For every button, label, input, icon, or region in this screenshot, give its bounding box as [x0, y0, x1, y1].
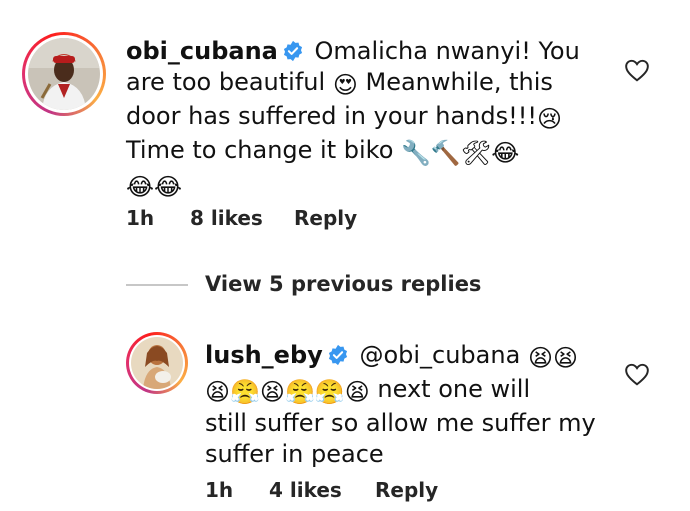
comment-line-5: 😂😂: [126, 169, 606, 203]
avatar-image: [131, 337, 183, 389]
view-previous-replies-button[interactable]: View 5 previous replies: [205, 272, 481, 296]
reply-text-2: next one will: [377, 375, 531, 403]
avatar-obi-cubana[interactable]: [22, 32, 106, 116]
sobbing-emoji-2: 😫: [552, 344, 578, 372]
comment-text-2: are too beautiful: [126, 68, 326, 96]
comment-reply-button[interactable]: Reply: [294, 206, 357, 230]
reply-username[interactable]: lush_eby: [205, 341, 323, 369]
steam-emoji-1: 😤: [230, 378, 260, 406]
comment-line-3: door has suffered in your hands!!!😢: [126, 101, 606, 135]
comment-body: obi_cubana Omalicha nwanyi! You are too …: [126, 36, 606, 203]
sobbing-emoji-1: 😫: [527, 344, 553, 372]
reply-line-4: suffer in peace: [205, 439, 615, 470]
laughing-emoji-3: 😂: [154, 173, 183, 201]
like-heart-icon[interactable]: [624, 362, 650, 386]
laughing-emoji-2: 😂: [126, 173, 155, 201]
reply-meta: 1h 4 likes Reply: [205, 478, 505, 506]
tools-emoji-2: 🛠: [460, 139, 492, 167]
avatar-image: [28, 38, 100, 110]
heart-eyes-emoji: 😍: [332, 71, 358, 99]
reply-line-3: still suffer so allow me suffer my: [205, 408, 615, 439]
sobbing-emoji-4: 😫: [259, 378, 285, 406]
comment-time: 1h: [126, 206, 155, 230]
comment-line-2: are too beautiful 😍 Meanwhile, this: [126, 67, 606, 101]
comment-line-1: obi_cubana Omalicha nwanyi! You: [126, 36, 606, 67]
reply-mention-link[interactable]: @obi_cubana: [359, 341, 520, 369]
avatar-photo: [28, 38, 100, 110]
verified-badge-icon: [328, 344, 347, 366]
view-replies-divider: [126, 284, 188, 286]
reply-text-4: suffer in peace: [205, 440, 384, 468]
reply-line-2: 😫😤😫😤😤😫 next one will: [205, 374, 615, 408]
comment-username[interactable]: obi_cubana: [126, 37, 278, 65]
comment-text-4: Time to change it biko: [126, 136, 394, 164]
steam-emoji-3: 😤: [314, 378, 345, 406]
reply-time: 1h: [205, 478, 234, 502]
like-heart-icon[interactable]: [624, 58, 650, 82]
comment-text-1: Omalicha nwanyi! You: [314, 37, 580, 65]
reply-reply-button[interactable]: Reply: [375, 478, 438, 502]
comment-meta: 1h 8 likes Reply: [126, 206, 426, 234]
reply-likes[interactable]: 4 likes: [269, 478, 342, 502]
comment-text-3: door has suffered in your hands!!!: [126, 102, 537, 130]
crying-emoji: 😢: [536, 105, 562, 133]
verified-badge-icon: [283, 40, 302, 62]
sobbing-emoji-5: 😫: [344, 378, 370, 406]
reply-line-1: lush_eby @obi_cubana 😫😫: [205, 340, 615, 374]
comment-line-4: Time to change it biko 🔧🔨🛠😂: [126, 135, 606, 169]
avatar-lush-eby[interactable]: [126, 332, 188, 394]
reply-text-3: still suffer so allow me suffer my: [205, 409, 596, 437]
reply-body: lush_eby @obi_cubana 😫😫 😫😤😫😤😤😫 next one …: [205, 340, 615, 470]
comment-likes[interactable]: 8 likes: [190, 206, 263, 230]
sobbing-emoji-3: 😫: [205, 378, 231, 406]
tools-emoji: 🔧🔨: [401, 139, 461, 167]
steam-emoji-2: 😤: [284, 378, 315, 406]
avatar-photo: [131, 337, 183, 389]
comment-text-2b: Meanwhile, this: [365, 68, 553, 96]
laughing-emoji-1: 😂: [491, 139, 520, 167]
